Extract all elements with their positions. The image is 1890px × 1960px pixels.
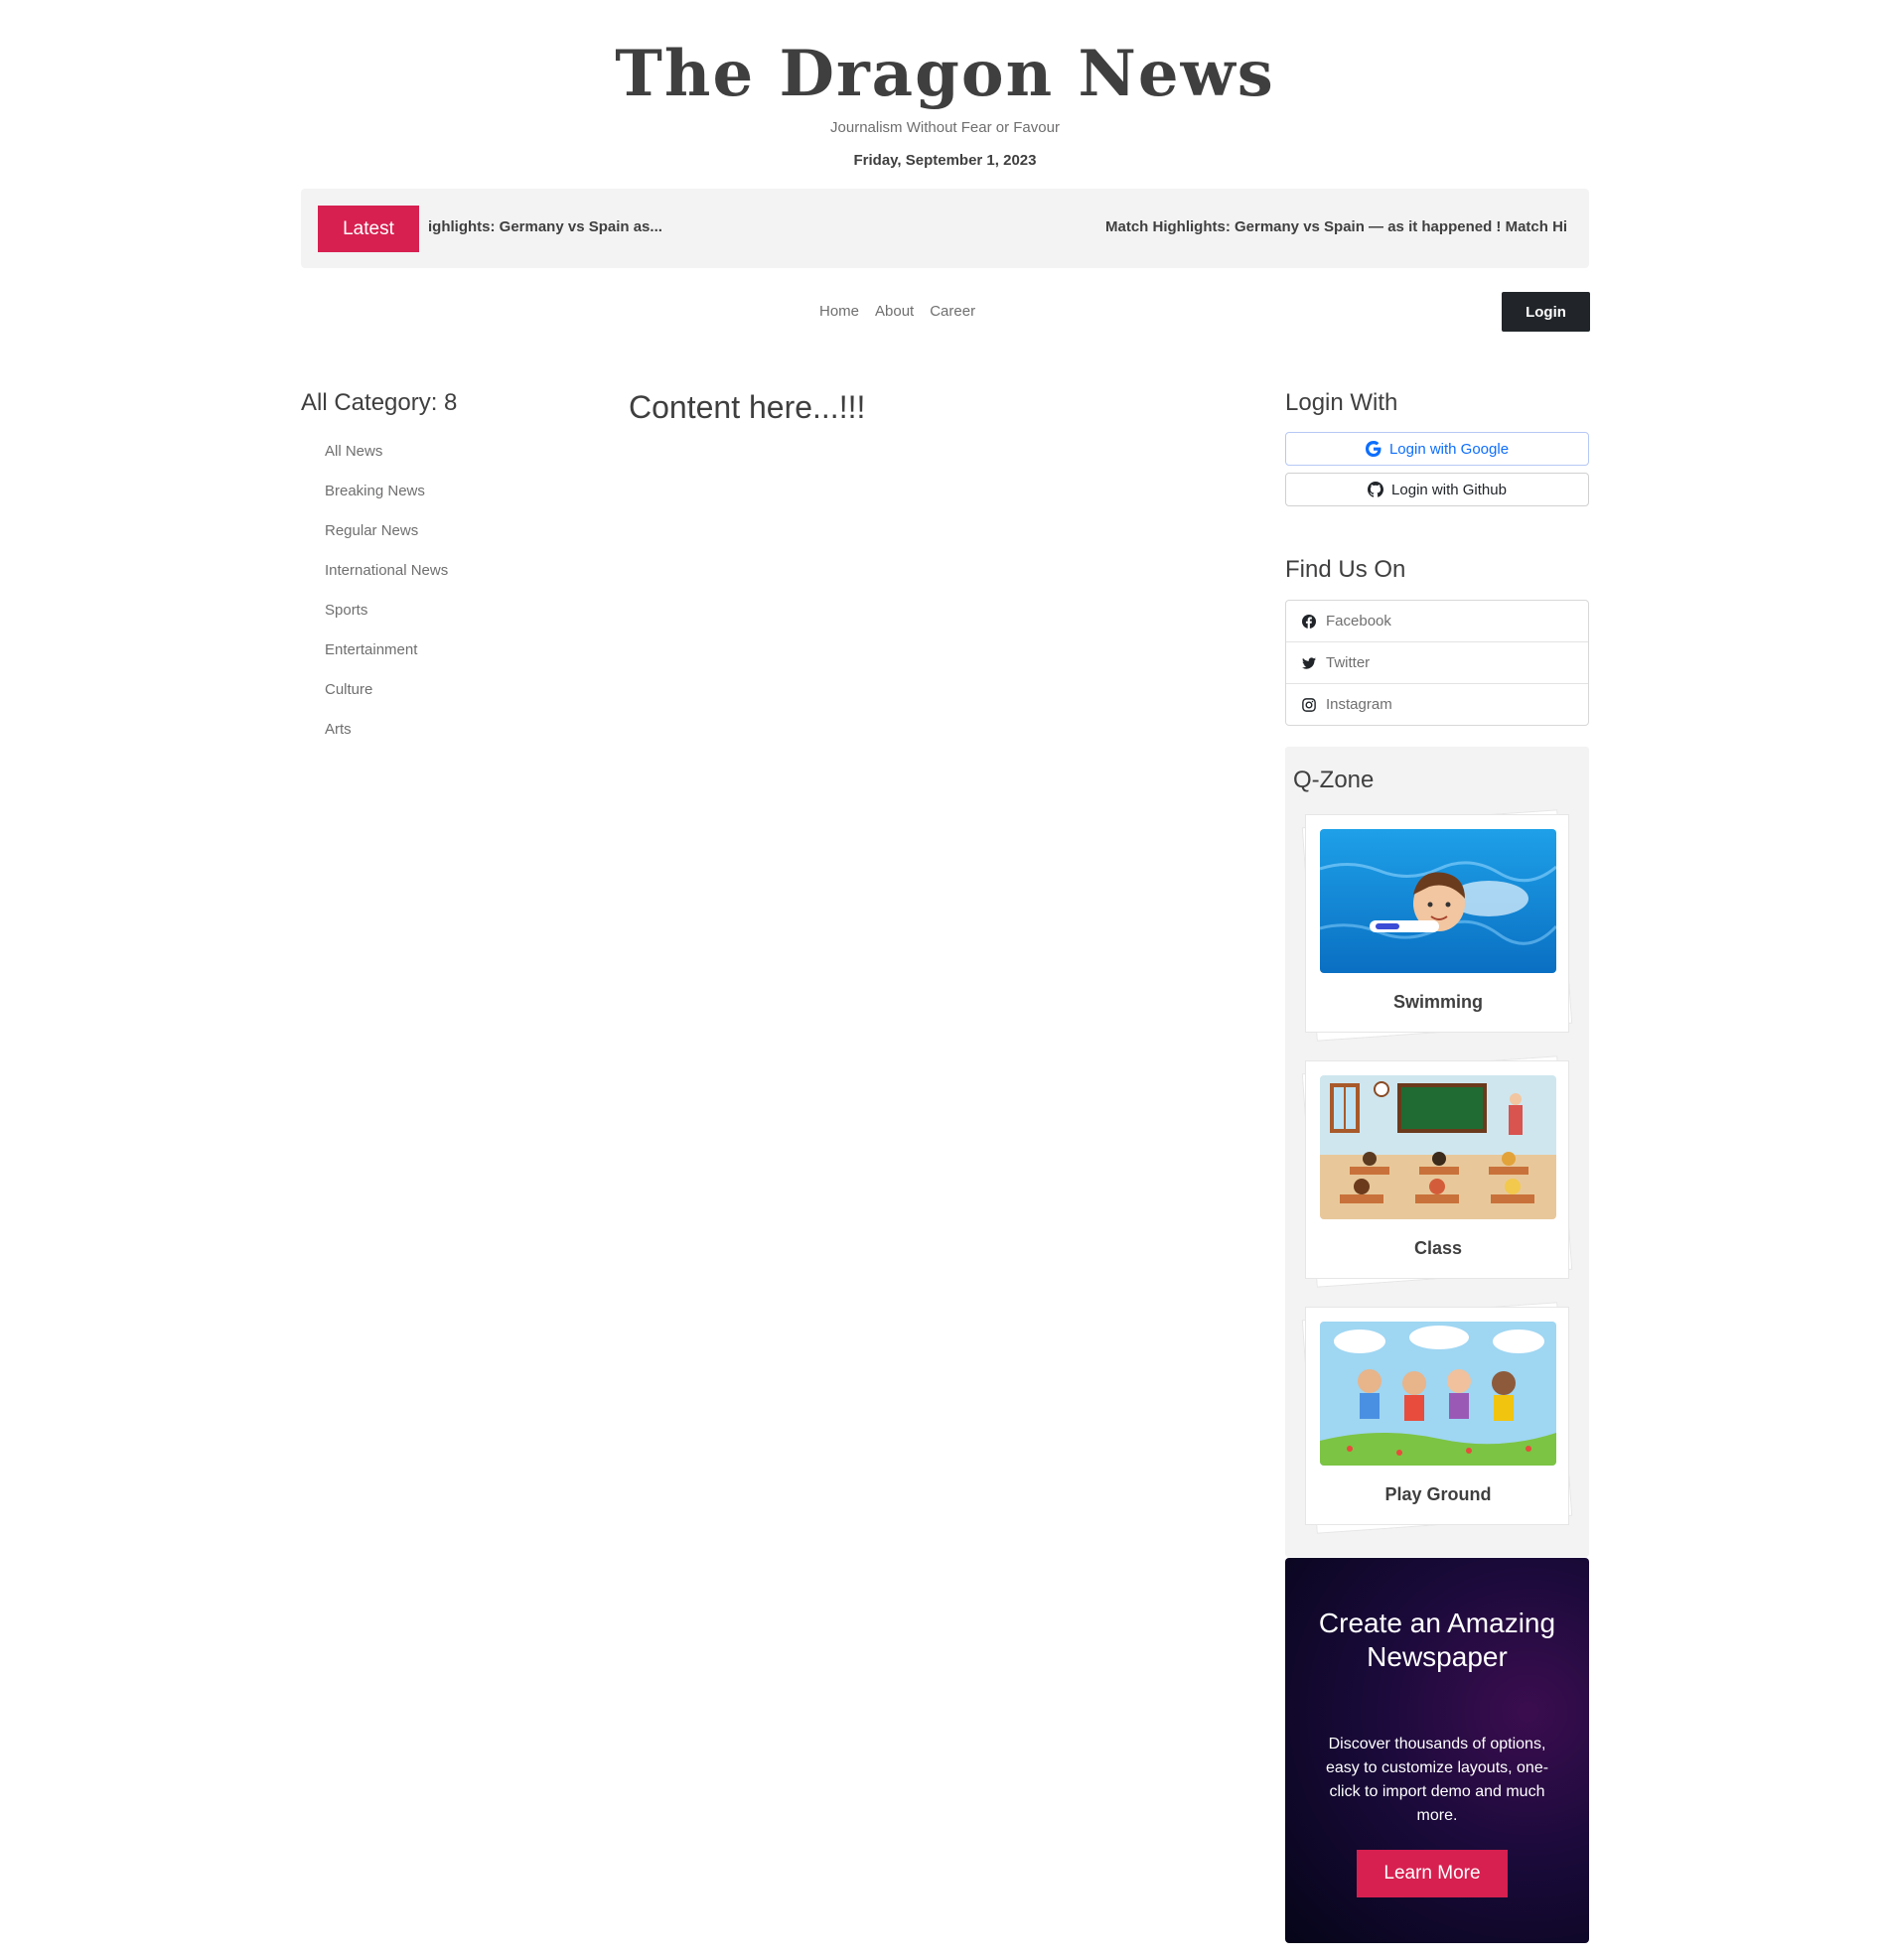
q-zone-card-play-ground[interactable]: Play Ground (1301, 1302, 1573, 1534)
login-google-label: Login with Google (1388, 440, 1510, 458)
q-zone-card: Class (1305, 1060, 1569, 1279)
latest-news-ticker: Latest ighlights: Germany vs Spain as...… (301, 189, 1589, 268)
find-us-title: Find Us On (1285, 556, 1406, 583)
nav-link-career[interactable]: Career (930, 303, 975, 320)
q-zone: Q-Zone Swimming Class Play Ground (1285, 747, 1589, 1557)
category-item-international-news[interactable]: International News (325, 561, 448, 601)
learn-more-button[interactable]: Learn More (1357, 1850, 1508, 1897)
category-item-regular-news[interactable]: Regular News (325, 521, 448, 561)
find-us-instagram[interactable]: Instagram (1286, 684, 1588, 725)
login-github-label: Login with Github (1391, 481, 1507, 498)
login-google-button[interactable]: Login with Google (1285, 432, 1589, 466)
find-us-list: Facebook Twitter Instagram (1285, 600, 1589, 726)
q-zone-card: Swimming (1305, 814, 1569, 1033)
category-item-all-news[interactable]: All News (325, 442, 448, 482)
facebook-label: Facebook (1326, 613, 1391, 630)
instagram-label: Instagram (1326, 696, 1392, 713)
main-content-heading: Content here...!!! (629, 389, 866, 425)
playground-image (1320, 1322, 1556, 1466)
category-title: All Category: 8 (301, 389, 458, 416)
login-github-button[interactable]: Login with Github (1285, 473, 1589, 506)
twitter-icon (1302, 656, 1316, 670)
site-logo: The Dragon News (615, 37, 1275, 111)
q-zone-card-label: Swimming (1392, 992, 1483, 1012)
q-zone-title: Q-Zone (1293, 767, 1375, 793)
promo-title: Create an Amazing Newspaper (1318, 1608, 1556, 1672)
latest-button[interactable]: Latest (318, 206, 419, 252)
instagram-icon (1302, 697, 1316, 712)
twitter-label: Twitter (1326, 654, 1371, 671)
q-zone-card-label: Class (1413, 1238, 1463, 1258)
q-zone-card-class[interactable]: Class (1301, 1055, 1573, 1288)
category-item-entertainment[interactable]: Entertainment (325, 640, 448, 680)
login-button[interactable]: Login (1502, 292, 1590, 332)
nav-link-home[interactable]: Home (819, 303, 859, 320)
q-zone-card: Play Ground (1305, 1307, 1569, 1525)
category-item-culture[interactable]: Culture (325, 680, 448, 720)
swimming-image (1320, 829, 1556, 973)
main-nav: Home About Career (819, 303, 975, 320)
category-item-sports[interactable]: Sports (325, 601, 448, 640)
ticker-headline-scrolling[interactable]: Match Highlights: Germany vs Spain — as … (1105, 218, 1577, 235)
promo-banner: Create an Amazing Newspaper Discover tho… (1285, 1558, 1589, 1943)
promo-text: Discover thousands of options, easy to c… (1325, 1736, 1549, 1824)
category-list: All News Breaking News Regular News Inte… (325, 442, 448, 760)
q-zone-card-swimming[interactable]: Swimming (1301, 809, 1573, 1042)
nav-link-about[interactable]: About (875, 303, 914, 320)
ticker-headline[interactable]: ighlights: Germany vs Spain as... (428, 218, 662, 235)
q-zone-card-label: Play Ground (1384, 1484, 1492, 1504)
current-date: Friday, September 1, 2023 (853, 152, 1037, 169)
category-item-breaking-news[interactable]: Breaking News (325, 482, 448, 521)
site-tagline: Journalism Without Fear or Favour (830, 119, 1060, 136)
login-with-title: Login With (1285, 389, 1398, 416)
category-item-arts[interactable]: Arts (325, 720, 448, 760)
classroom-image (1320, 1075, 1556, 1219)
find-us-twitter[interactable]: Twitter (1286, 642, 1588, 684)
find-us-facebook[interactable]: Facebook (1286, 601, 1588, 642)
facebook-icon (1302, 614, 1316, 629)
github-icon (1368, 482, 1384, 497)
google-icon (1365, 441, 1381, 457)
